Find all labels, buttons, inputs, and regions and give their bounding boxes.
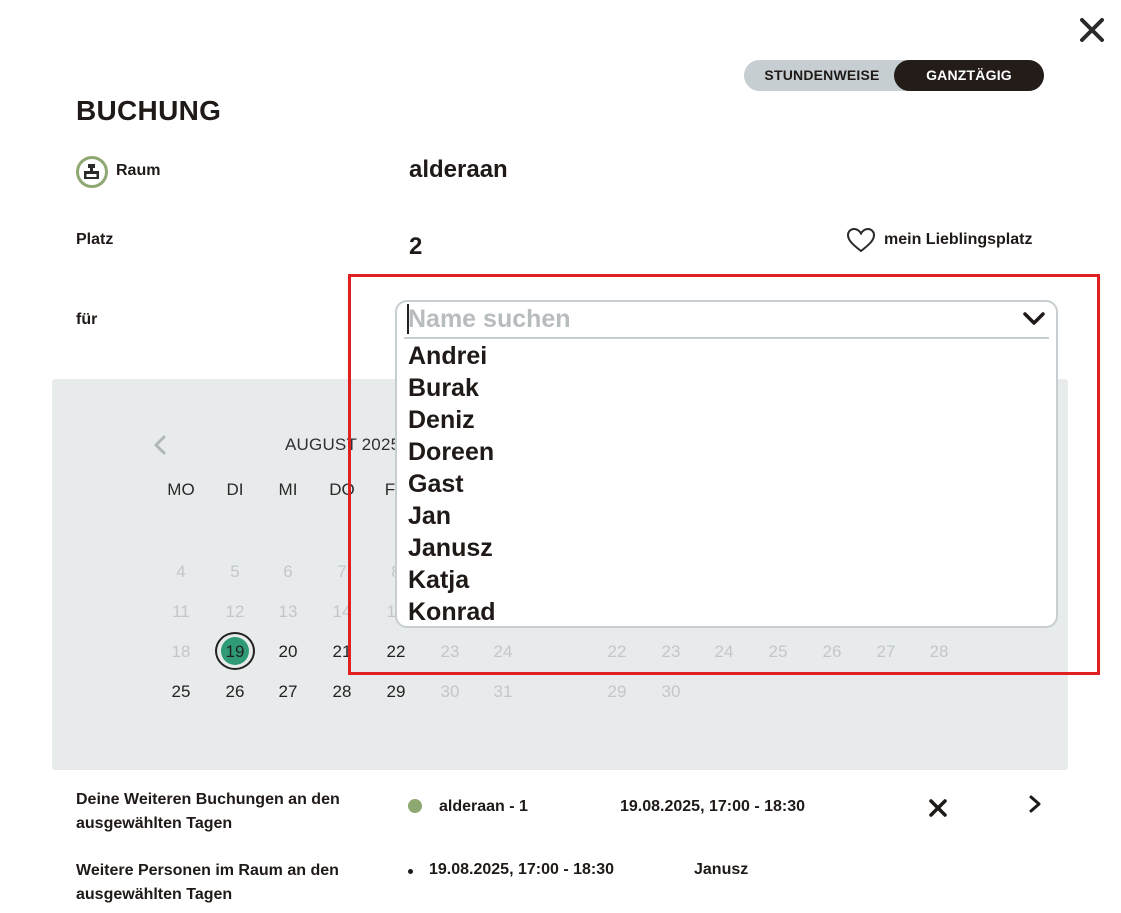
calendar-day[interactable]: 31 <box>483 681 523 703</box>
calendar-day[interactable]: 23 <box>430 641 470 663</box>
calendar-day[interactable]: 23 <box>651 641 691 663</box>
mode-all-day-option[interactable]: GANZTÄGIG <box>894 60 1044 91</box>
calendar-day[interactable]: 29 <box>597 681 637 703</box>
calendar-day[interactable]: 30 <box>651 681 691 703</box>
calendar-day[interactable]: 18 <box>161 641 201 663</box>
dropdown-option[interactable]: Katja <box>408 565 1008 595</box>
for-label: für <box>76 311 98 328</box>
calendar-day[interactable]: 14 <box>322 601 362 623</box>
other-person-time: 19.08.2025, 17:00 - 18:30 <box>429 861 615 878</box>
chevron-left-icon[interactable] <box>150 434 170 456</box>
name-search-input[interactable] <box>408 303 1008 335</box>
booking-room: alderaan - 1 <box>439 798 528 815</box>
delete-booking-icon[interactable] <box>928 798 948 818</box>
text-cursor <box>407 304 409 334</box>
page-title: BUCHUNG <box>76 95 222 126</box>
close-icon[interactable] <box>1078 16 1106 44</box>
calendar-day[interactable]: 28 <box>919 641 959 663</box>
calendar-day[interactable]: 13 <box>268 601 308 623</box>
room-value: alderaan <box>409 156 508 183</box>
booking-time: 19.08.2025, 17:00 - 18:30 <box>620 798 806 815</box>
dropdown-option[interactable]: Janusz <box>408 533 1008 563</box>
calendar-day-selected[interactable]: 19 <box>215 641 255 663</box>
dropdown-option[interactable]: Jan <box>408 501 1008 531</box>
weekday-di: DI <box>226 480 244 499</box>
other-bookings-label: Deine Weiteren Buchungen an den ausgewäh… <box>76 791 340 832</box>
calendar-day[interactable]: 29 <box>376 681 416 703</box>
calendar-month-label: AUGUST 2025 <box>285 435 401 454</box>
chevron-down-icon[interactable] <box>1022 309 1046 329</box>
weekday-mo: MO <box>167 480 195 499</box>
room-label: Raum <box>116 162 161 179</box>
heart-icon <box>846 227 876 253</box>
calendar-day[interactable]: 30 <box>430 681 470 703</box>
calendar-day[interactable]: 22 <box>597 641 637 663</box>
calendar-day[interactable]: 4 <box>161 561 201 583</box>
calendar-day[interactable]: 25 <box>758 641 798 663</box>
calendar-day[interactable]: 27 <box>866 641 906 663</box>
weekday-do: DO <box>329 480 355 499</box>
dropdown-option[interactable]: Doreen <box>408 437 1008 467</box>
calendar-day[interactable]: 24 <box>483 641 523 663</box>
other-persons-label: Weitere Personen im Raum an den ausgewäh… <box>76 862 339 903</box>
calendar-day[interactable]: 7 <box>322 561 362 583</box>
calendar-day[interactable]: 5 <box>215 561 255 583</box>
booking-mode-toggle: STUNDENWEISE GANZTÄGIG <box>744 60 1044 91</box>
mode-hourly-option[interactable]: STUNDENWEISE <box>748 60 896 91</box>
weekday-mi: MI <box>278 480 298 499</box>
calendar-day[interactable]: 27 <box>268 681 308 703</box>
calendar-day[interactable]: 24 <box>704 641 744 663</box>
dropdown-option[interactable]: Konrad <box>408 597 1008 627</box>
other-person-name: Janusz <box>694 861 749 878</box>
dropdown-divider <box>404 337 1049 339</box>
desk-icon <box>76 156 108 188</box>
calendar-day[interactable]: 21 <box>322 641 362 663</box>
dropdown-option[interactable]: Andrei <box>408 341 1008 371</box>
calendar-day[interactable]: 11 <box>161 601 201 623</box>
calendar-day[interactable]: 6 <box>268 561 308 583</box>
booking-status-dot <box>408 799 422 813</box>
calendar-day[interactable]: 22 <box>376 641 416 663</box>
dropdown-option[interactable]: Burak <box>408 373 1008 403</box>
dropdown-option[interactable]: Deniz <box>408 405 1008 435</box>
calendar-day[interactable]: 25 <box>161 681 201 703</box>
chevron-right-icon[interactable] <box>1027 794 1043 814</box>
calendar-day[interactable]: 20 <box>268 641 308 663</box>
calendar-day[interactable]: 12 <box>215 601 255 623</box>
favorite-seat-label: mein Lieblingsplatz <box>884 231 1033 248</box>
calendar-day[interactable]: 28 <box>322 681 362 703</box>
dropdown-option[interactable]: Gast <box>408 469 1008 499</box>
favorite-seat-button[interactable]: mein Lieblingsplatz <box>846 227 1032 253</box>
calendar-day[interactable]: 26 <box>812 641 852 663</box>
calendar-day[interactable]: 26 <box>215 681 255 703</box>
seat-value: 2 <box>409 233 423 260</box>
seat-label: Platz <box>76 231 114 248</box>
list-bullet <box>408 869 413 874</box>
